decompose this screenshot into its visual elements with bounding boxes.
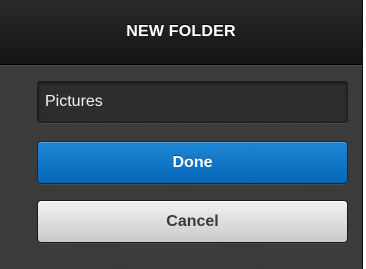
done-button-label: Done [172, 153, 213, 171]
cancel-button-label: Cancel [166, 212, 219, 230]
dialog-titlebar: NEW FOLDER [0, 0, 362, 65]
new-folder-dialog: NEW FOLDER Done Cancel [0, 0, 363, 269]
folder-name-input[interactable] [37, 81, 348, 123]
dialog-title: NEW FOLDER [126, 23, 236, 40]
done-button[interactable]: Done [37, 141, 348, 184]
cancel-button[interactable]: Cancel [37, 200, 348, 243]
